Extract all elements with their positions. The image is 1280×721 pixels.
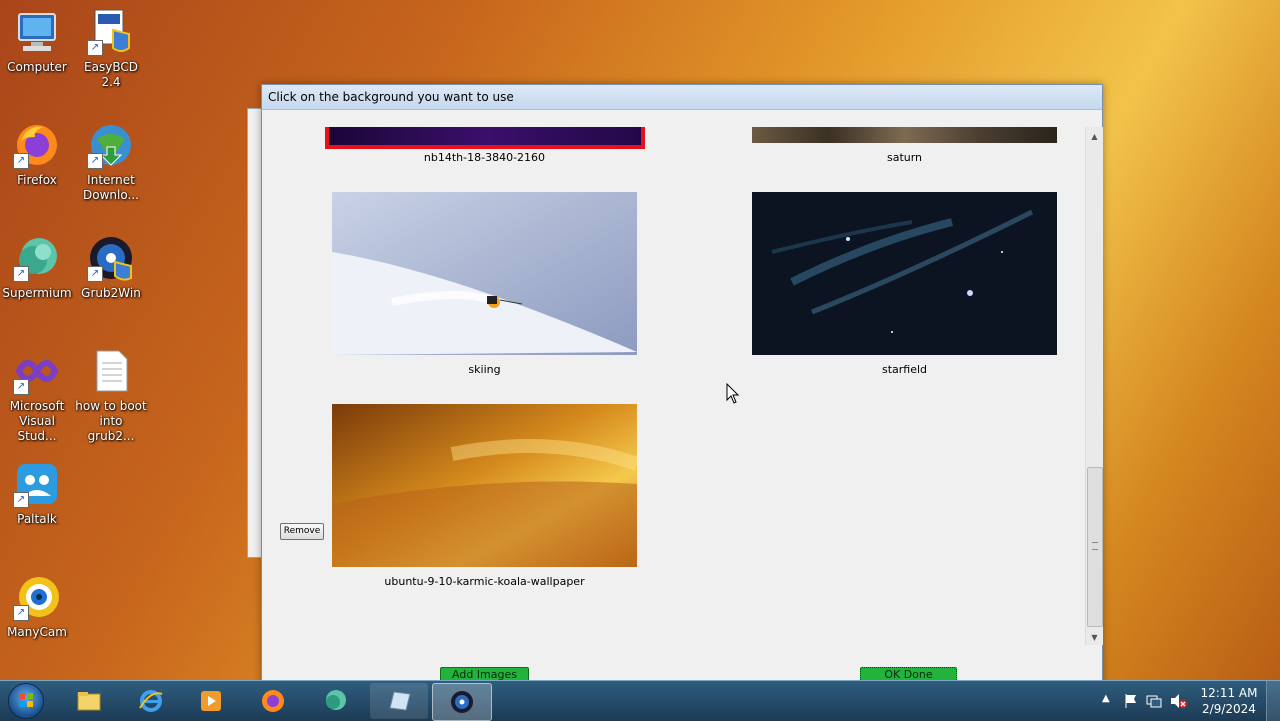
shortcut-arrow-icon: ↗: [13, 266, 29, 282]
desktop-icon-computer[interactable]: Computer: [1, 8, 73, 75]
grip-icon: [1092, 542, 1098, 550]
desktop-icon-label: Internet Downlo...: [83, 173, 139, 202]
desktop-icon-label: Firefox: [17, 173, 57, 187]
action-center-flag-icon[interactable]: [1124, 693, 1138, 709]
supermium-icon: ↗: [13, 234, 61, 282]
show-hidden-icons-icon[interactable]: ▲: [1102, 693, 1110, 704]
desktop-icon-label: Paltalk: [17, 512, 57, 526]
scrollbar-thumb[interactable]: [1087, 467, 1103, 627]
taskbar-firefox[interactable]: [244, 683, 302, 719]
background-chooser-dialog: Click on the background you want to use …: [261, 84, 1103, 686]
desktop-icon-paltalk[interactable]: ↗ Paltalk: [1, 460, 73, 527]
firefox-icon: ↗: [13, 121, 61, 169]
clock-time: 12:11 AM: [1200, 686, 1258, 700]
ubuntu-wallpaper-image: [332, 404, 637, 567]
desktop-icon-label: how to boot into grub2...: [75, 399, 147, 443]
background-label: nb14th-18-3840-2160: [423, 151, 546, 164]
desktop-icon-text-file[interactable]: how to boot into grub2...: [75, 347, 147, 444]
notepad-icon: [389, 691, 411, 711]
background-thumb-nb14th[interactable]: [325, 127, 645, 149]
desktop-icon-label: Computer: [7, 60, 67, 74]
taskbar-media-player[interactable]: [182, 683, 240, 719]
desktop-icon-firefox[interactable]: ↗ Firefox: [1, 121, 73, 188]
desktop-icon-label: Grub2Win: [81, 286, 141, 300]
starfield-image: [752, 192, 1057, 355]
desktop-icon-label: ManyCam: [7, 625, 67, 639]
shortcut-arrow-icon: ↗: [87, 266, 103, 282]
shortcut-arrow-icon: ↗: [13, 605, 29, 621]
background-label: skiing: [468, 363, 501, 376]
desktop-icon-supermium[interactable]: ↗ Supermium: [1, 234, 73, 301]
windows-logo-icon: [8, 683, 44, 719]
taskbar-windows-explorer[interactable]: [60, 683, 118, 719]
background-thumb-ubuntu-karmic-koala[interactable]: [332, 404, 637, 567]
shortcut-arrow-icon: ↗: [13, 379, 29, 395]
desktop-icon-grub2win[interactable]: ↗ Grub2Win: [75, 234, 147, 301]
background-label: starfield: [881, 363, 928, 376]
computer-icon: [13, 8, 61, 56]
vertical-scrollbar[interactable]: ▲ ▼: [1085, 127, 1103, 645]
remove-button[interactable]: Remove: [280, 523, 324, 540]
background-thumb-starfield[interactable]: [752, 192, 1057, 355]
easybcd-icon: ↗: [87, 8, 135, 56]
desktop-icon-easybcd[interactable]: ↗ EasyBCD 2.4: [75, 8, 147, 90]
supermium-icon: [326, 690, 346, 710]
background-list: nb14th-18-3840-2160 saturn skiing starfi…: [262, 127, 1084, 687]
show-desktop-button[interactable]: [1266, 681, 1280, 721]
desktop-icon-label: Supermium: [2, 286, 72, 300]
shortcut-arrow-icon: ↗: [13, 492, 29, 508]
volume-muted-icon[interactable]: [1170, 693, 1188, 709]
desktop-icon-manycam[interactable]: ↗ ManyCam: [1, 573, 73, 640]
windows-explorer-icon: [77, 692, 101, 711]
system-clock[interactable]: 12:11 AM 2/9/2024: [1196, 685, 1262, 717]
notification-area: ▲: [1098, 681, 1194, 721]
internet-explorer-icon: [139, 690, 163, 712]
network-icon[interactable]: [1146, 693, 1162, 709]
visual-studio-icon: ↗: [13, 347, 61, 395]
dialog-title: Click on the background you want to use: [262, 85, 1102, 110]
desktop-icon-internet-download-manager[interactable]: ↗ Internet Downlo...: [75, 121, 147, 203]
text-file-icon: [87, 347, 135, 395]
taskbar-notepad[interactable]: [370, 683, 428, 719]
scroll-up-icon[interactable]: ▲: [1089, 131, 1100, 142]
background-thumb-saturn[interactable]: [752, 127, 1057, 143]
taskbar-grub2win[interactable]: [432, 683, 492, 721]
shortcut-arrow-icon: ↗: [13, 153, 29, 169]
background-label: saturn: [886, 151, 923, 164]
firefox-icon: [262, 690, 284, 712]
skiing-image: [332, 192, 637, 355]
scroll-down-icon[interactable]: ▼: [1089, 632, 1100, 643]
grub2win-icon: [451, 691, 473, 713]
grub2win-icon: ↗: [87, 234, 135, 282]
background-thumb-skiing[interactable]: [332, 192, 637, 355]
shortcut-arrow-icon: ↗: [87, 40, 103, 56]
desktop-icon-label: EasyBCD 2.4: [84, 60, 138, 89]
paltalk-icon: ↗: [13, 460, 61, 508]
taskbar: ▲ 12:11 AM 2/9/2024: [0, 680, 1280, 721]
internet-download-manager-icon: ↗: [87, 121, 135, 169]
manycam-icon: ↗: [13, 573, 61, 621]
shortcut-arrow-icon: ↗: [87, 153, 103, 169]
mouse-cursor-icon: [726, 383, 740, 404]
start-button[interactable]: [4, 683, 48, 719]
desktop-icon-visual-studio[interactable]: ↗ Microsoft Visual Stud...: [1, 347, 73, 444]
media-player-icon: [201, 691, 221, 711]
clock-date: 2/9/2024: [1202, 702, 1256, 716]
desktop-icon-label: Microsoft Visual Stud...: [9, 399, 65, 443]
taskbar-supermium[interactable]: [306, 683, 364, 719]
background-label: ubuntu-9-10-karmic-koala-wallpaper: [384, 575, 585, 588]
taskbar-internet-explorer[interactable]: [122, 683, 180, 719]
